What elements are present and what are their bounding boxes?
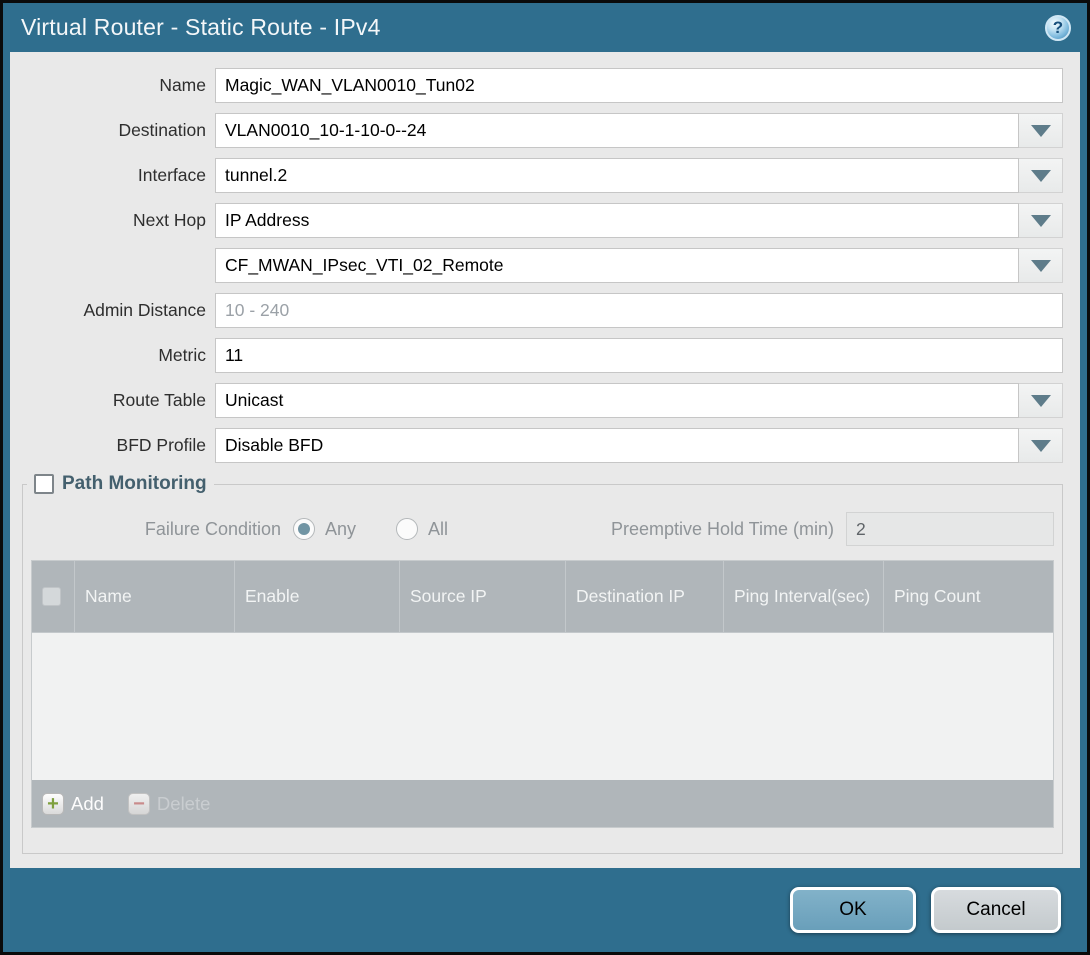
next-hop-row: Next Hop [22,203,1063,238]
table-header-ping-interval[interactable]: Ping Interval(sec) [723,561,883,632]
minus-icon: − [128,793,150,815]
destination-dropdown-button[interactable] [1019,113,1063,148]
bfd-profile-label: BFD Profile [22,435,215,456]
name-row: Name [22,68,1063,103]
ok-button[interactable]: OK [790,887,916,933]
route-table-label: Route Table [22,390,215,411]
select-all-checkbox[interactable] [42,587,61,606]
admin-distance-row: Admin Distance [22,293,1063,328]
plus-icon: + [42,793,64,815]
destination-row: Destination [22,113,1063,148]
failure-condition-any-radio[interactable] [293,518,315,540]
table-header-source-ip[interactable]: Source IP [399,561,565,632]
failure-condition-all-label: All [428,519,448,540]
help-icon-glyph: ? [1053,18,1063,38]
next-hop-address-dropdown-button[interactable] [1019,248,1063,283]
titlebar: Virtual Router - Static Route - IPv4 ? [3,3,1087,52]
path-monitoring-title: Path Monitoring [62,473,207,495]
next-hop-address-row [22,248,1063,283]
table-header-checkbox-cell [32,561,74,632]
bfd-profile-row: BFD Profile [22,428,1063,463]
table-header-destination-ip[interactable]: Destination IP [565,561,723,632]
next-hop-address-field[interactable] [215,248,1019,283]
cancel-button-label: Cancel [966,899,1025,921]
next-hop-label: Next Hop [22,210,215,231]
interface-dropdown-button[interactable] [1019,158,1063,193]
chevron-down-icon [1031,395,1051,407]
name-label: Name [22,75,215,96]
metric-label: Metric [22,345,215,366]
ok-button-label: OK [839,899,866,921]
chevron-down-icon [1031,440,1051,452]
failure-condition-any-option[interactable]: Any [293,518,356,540]
table-body-empty [32,633,1053,780]
bfd-profile-dropdown-button[interactable] [1019,428,1063,463]
table-header-name[interactable]: Name [74,561,234,632]
delete-button[interactable]: − Delete [128,793,210,815]
bfd-profile-field[interactable] [215,428,1019,463]
chevron-down-icon [1031,215,1051,227]
delete-button-label: Delete [157,793,210,815]
table-header-row: Name Enable Source IP Destination IP Pin… [32,561,1053,633]
help-icon[interactable]: ? [1045,15,1071,41]
chevron-down-icon [1031,125,1051,137]
failure-condition-radio-group: Any All [293,518,448,540]
destination-label: Destination [22,120,215,141]
dialog-frame: Virtual Router - Static Route - IPv4 ? N… [3,3,1087,952]
dialog-body: Name Destination Interface [10,52,1080,868]
failure-condition-label: Failure Condition [31,519,293,540]
admin-distance-field[interactable] [215,293,1063,328]
cancel-button[interactable]: Cancel [931,887,1061,933]
next-hop-type-field[interactable] [215,203,1019,238]
name-field[interactable] [215,68,1063,103]
route-table-field[interactable] [215,383,1019,418]
table-header-ping-count[interactable]: Ping Count [883,561,1053,632]
failure-condition-any-label: Any [325,519,356,540]
preemptive-hold-time-field[interactable] [846,512,1054,546]
route-table-row: Route Table [22,383,1063,418]
path-monitoring-table: Name Enable Source IP Destination IP Pin… [31,560,1054,828]
path-monitoring-section: Path Monitoring Failure Condition Any Al… [22,484,1063,854]
dialog-footer: OK Cancel [3,868,1087,952]
dialog-title: Virtual Router - Static Route - IPv4 [21,14,381,41]
failure-condition-row: Failure Condition Any All Preemptive Hol… [31,511,1054,547]
admin-distance-label: Admin Distance [22,300,215,321]
next-hop-type-dropdown-button[interactable] [1019,203,1063,238]
interface-label: Interface [22,165,215,186]
destination-field[interactable] [215,113,1019,148]
failure-condition-all-radio[interactable] [396,518,418,540]
table-footer: + Add − Delete [32,780,1053,827]
chevron-down-icon [1031,260,1051,272]
preemptive-hold-time-label: Preemptive Hold Time (min) [611,519,846,540]
failure-condition-all-option[interactable]: All [396,518,448,540]
table-header-enable[interactable]: Enable [234,561,399,632]
path-monitoring-checkbox[interactable] [34,474,54,494]
add-button[interactable]: + Add [42,793,104,815]
static-route-dialog: Virtual Router - Static Route - IPv4 ? N… [0,0,1090,955]
path-monitoring-legend: Path Monitoring [27,473,214,495]
interface-field[interactable] [215,158,1019,193]
chevron-down-icon [1031,170,1051,182]
metric-row: Metric [22,338,1063,373]
add-button-label: Add [71,793,104,815]
metric-field[interactable] [215,338,1063,373]
route-table-dropdown-button[interactable] [1019,383,1063,418]
interface-row: Interface [22,158,1063,193]
